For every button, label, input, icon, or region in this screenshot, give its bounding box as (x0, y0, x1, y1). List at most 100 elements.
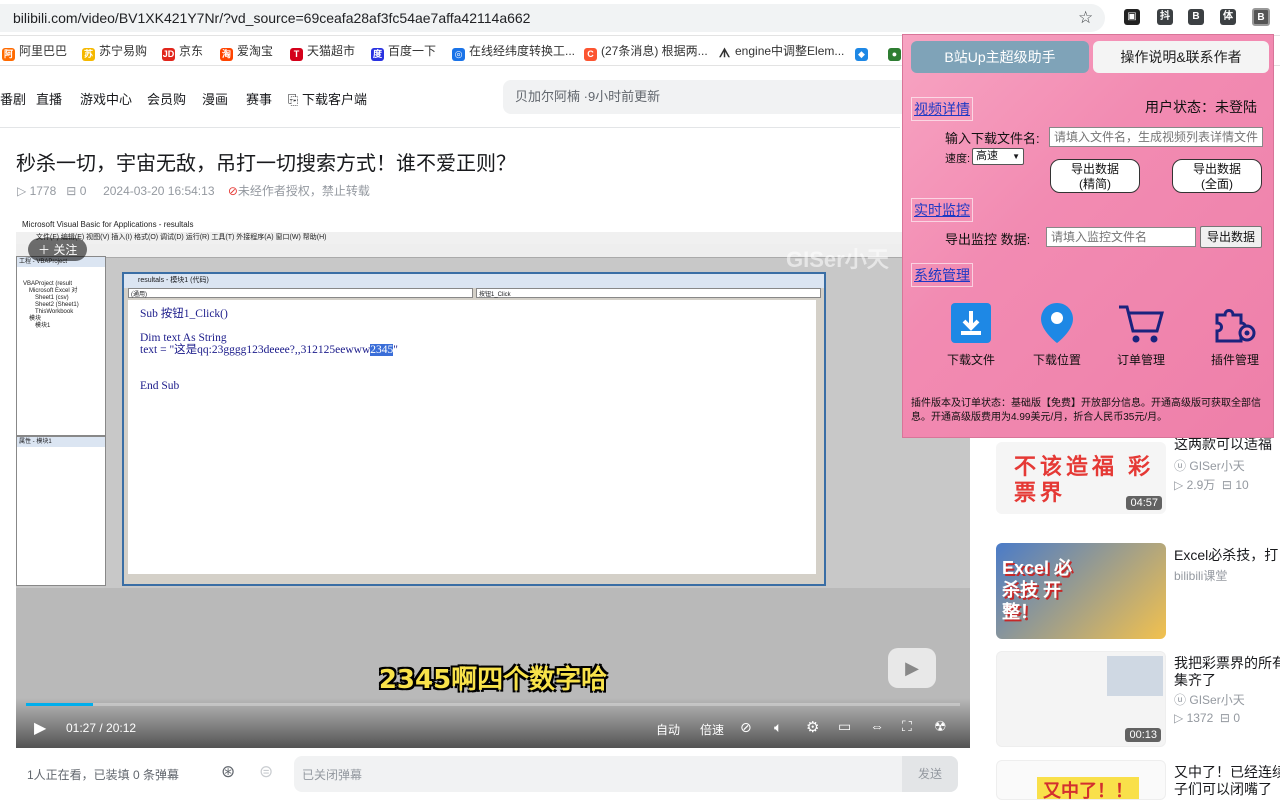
export-simple-button[interactable]: 导出数据 (精简) (1050, 159, 1140, 193)
location-pin-icon (1041, 303, 1073, 343)
bookmark-latlng[interactable]: ◎ 在线经纬度转换工... (452, 43, 575, 61)
diamond-icon: ◆ (855, 48, 868, 61)
extension-b-icon[interactable]: B (1188, 9, 1204, 25)
rec-plays: 1372 (1186, 711, 1214, 725)
play-icon[interactable]: ▶ (34, 718, 46, 738)
list-item[interactable]: 又中了！！ 又中了！已经连续 子们可以闭嘴了 (996, 760, 1280, 800)
code-line: Sub 按钮1_Click() (140, 308, 228, 320)
danmaku-toggle-icon[interactable]: ⊛ (221, 762, 235, 782)
taobao-icon: 淘 (220, 48, 233, 61)
download-file-tool[interactable]: 下载文件 (941, 301, 1001, 368)
plugin-manage-tool[interactable]: 插件管理 (1205, 301, 1265, 368)
follow-button[interactable]: ＋ 关注 (28, 238, 88, 261)
rec-plays: 2.9万 (1186, 478, 1216, 492)
widescreen-icon[interactable]: ⇔ (870, 718, 884, 734)
quality-button[interactable]: 自动 (656, 721, 680, 738)
rec-title-line2[interactable]: 子们可以闭嘴了 (1174, 779, 1280, 799)
bookmark-baidu[interactable]: 度百度一下 (371, 43, 436, 61)
rec-author[interactable]: ⓤ GISer小天 (1174, 691, 1245, 708)
nav-item-esports[interactable]: 赛事 (246, 89, 272, 108)
tmall-icon: T (290, 48, 303, 61)
thumb-screenshot (1107, 656, 1163, 696)
section-system[interactable]: 系统管理 (911, 263, 973, 287)
danmaku-settings-icon[interactable]: ⊜ (259, 762, 273, 782)
rec-author-name: GISer小天 (1189, 693, 1245, 707)
settings-gear-icon[interactable]: ⚙ (806, 718, 819, 736)
webfullscreen-icon[interactable]: ⛶ (902, 718, 912, 735)
code-tail: " (393, 344, 398, 356)
subtitle-off-icon[interactable]: ⊘ (740, 719, 752, 736)
rec-stats: ▷ 2.9万 ⊟ 10 (1174, 478, 1249, 492)
bookmark-engine[interactable]: ᗑ engine中调整Elem... (718, 43, 845, 60)
bookmark-alibaba[interactable]: 阿阿里巴巴 (2, 43, 67, 61)
address-bar[interactable]: bilibili.com/video/BV1XK421Y7Nr/?vd_sour… (0, 4, 1105, 32)
fullscreen-icon[interactable]: ☢ (934, 718, 947, 735)
extension-ti-icon[interactable]: 体 (1220, 9, 1236, 25)
progress-bar[interactable] (26, 703, 960, 706)
nav-item-bangumi[interactable]: 番剧 (0, 89, 26, 108)
rec-title[interactable]: Excel必杀技，打 (1174, 545, 1280, 565)
vba-code-title: resultals - 模块1 (代码) (124, 274, 824, 288)
speed-select[interactable]: 高速 ▼ (972, 148, 1024, 165)
nav-item-mall[interactable]: 会员购 (147, 89, 186, 108)
bookmark-taobao[interactable]: 淘爱淘宝 (220, 43, 273, 61)
tab-help[interactable]: 操作说明&联系作者 (1093, 41, 1269, 73)
video-player[interactable]: Microsoft Visual Basic for Applications … (16, 218, 970, 748)
globe-icon: ◎ (452, 48, 465, 61)
section-monitor[interactable]: 实时监控 (911, 198, 973, 222)
tab-main[interactable]: B站Up主超级助手 (911, 41, 1089, 73)
filename-label: 输入下载文件名: (945, 131, 1040, 146)
nav-item-live[interactable]: 直播 (36, 89, 62, 108)
rec-author[interactable]: bilibili课堂 (1174, 567, 1227, 584)
link-icon: ᗑ (718, 46, 731, 60)
export-full-button[interactable]: 导出数据 (全面) (1172, 159, 1262, 193)
export-simple-line2: (精简) (1079, 177, 1111, 191)
download-icon (951, 303, 991, 343)
danmaku-bar: 1人正在看，已装填 0 条弹幕 ⊛ ⊜ 已关闭弹幕 发送 (16, 748, 970, 800)
order-manage-tool[interactable]: 订单管理 (1111, 301, 1171, 368)
volume-icon[interactable]: 🔈︎ (774, 719, 782, 736)
download-location-tool[interactable]: 下载位置 (1027, 301, 1087, 368)
monitor-export-button[interactable]: 导出数据 (1200, 226, 1262, 248)
bookmark-label: 苏宁易购 (99, 44, 148, 58)
rec-author[interactable]: ⓤ GISer小天 (1174, 457, 1245, 474)
monitor-input[interactable]: 请填入监控文件名 (1046, 227, 1196, 247)
section-video-detail[interactable]: 视频详情 (911, 97, 973, 121)
shopping-cart-icon (1119, 305, 1164, 343)
bookmark-label: engine中调整Elem... (735, 44, 845, 58)
bookmark-extra[interactable]: ◆ (855, 43, 872, 61)
bookmark-jd[interactable]: JD 京东 (162, 43, 203, 61)
bookmark-suning[interactable]: 苏苏宁易购 (82, 43, 148, 61)
bookmark-csdn[interactable]: C (27条消息) 根据两... (584, 43, 708, 61)
send-button[interactable]: 发送 (902, 756, 958, 792)
pip-icon[interactable]: ▭ (838, 718, 851, 735)
speed-button[interactable]: 倍速 (700, 721, 724, 738)
danmaku-input[interactable]: 已关闭弹幕 发送 (294, 756, 958, 792)
rec-danmaku: 10 (1235, 478, 1249, 492)
extension-puzzle-icon[interactable]: ▣ (1124, 9, 1140, 25)
vba-window-title: Microsoft Visual Basic for Applications … (16, 218, 970, 232)
nav-item-download[interactable]: ⎘ 下载客户端 (288, 89, 367, 108)
bilibili-helper-panel: B站Up主超级助手 操作说明&联系作者 视频详情 用户状态：未登陆 输入下载文件… (902, 34, 1274, 438)
thumb-caption: Excel 必杀技 开整！ (1002, 558, 1073, 622)
filename-input[interactable]: 请填入文件名，生成视频列表详情文件 (1049, 127, 1263, 147)
list-item[interactable]: Excel 必杀技 开整！ Excel必杀技，打 bilibili课堂 (996, 543, 1280, 639)
up-icon: ⓤ (1174, 693, 1187, 707)
bookmark-star-icon[interactable]: ☆ (1078, 8, 1093, 28)
video-thumbnail: 00:13 (996, 651, 1166, 747)
list-item[interactable]: 00:13 我把彩票界的所有 集齐了 ⓤ GISer小天 ▷ 1372 ⊟ 0 (996, 651, 1280, 747)
rec-stats: ▷ 1372 ⊟ 0 (1174, 711, 1241, 725)
extension-bilibili-helper-icon[interactable]: B (1252, 8, 1270, 26)
nav-item-manga[interactable]: 漫画 (202, 89, 228, 108)
vba-tree-item: VBAProject (result (23, 281, 73, 287)
csdn-icon: C (584, 48, 597, 61)
export-full-line2: (全面) (1201, 177, 1233, 191)
danmaku-placeholder: 已关闭弹幕 (302, 768, 363, 782)
nav-item-games[interactable]: 游戏中心 (80, 89, 132, 108)
search-input[interactable]: 贝加尔阿楠 ·9小时前更新 (503, 80, 923, 114)
extension-douyin-icon[interactable]: 抖 (1157, 9, 1173, 25)
vba-tree-item: Sheet1 (csv) (35, 295, 69, 301)
vba-project-pane: 工程 - VBAProject VBAProject (result Micro… (16, 256, 106, 436)
bookmark-tmall[interactable]: T 天猫超市 (290, 43, 355, 61)
rec-title-line2[interactable]: 集齐了 (1174, 670, 1280, 690)
